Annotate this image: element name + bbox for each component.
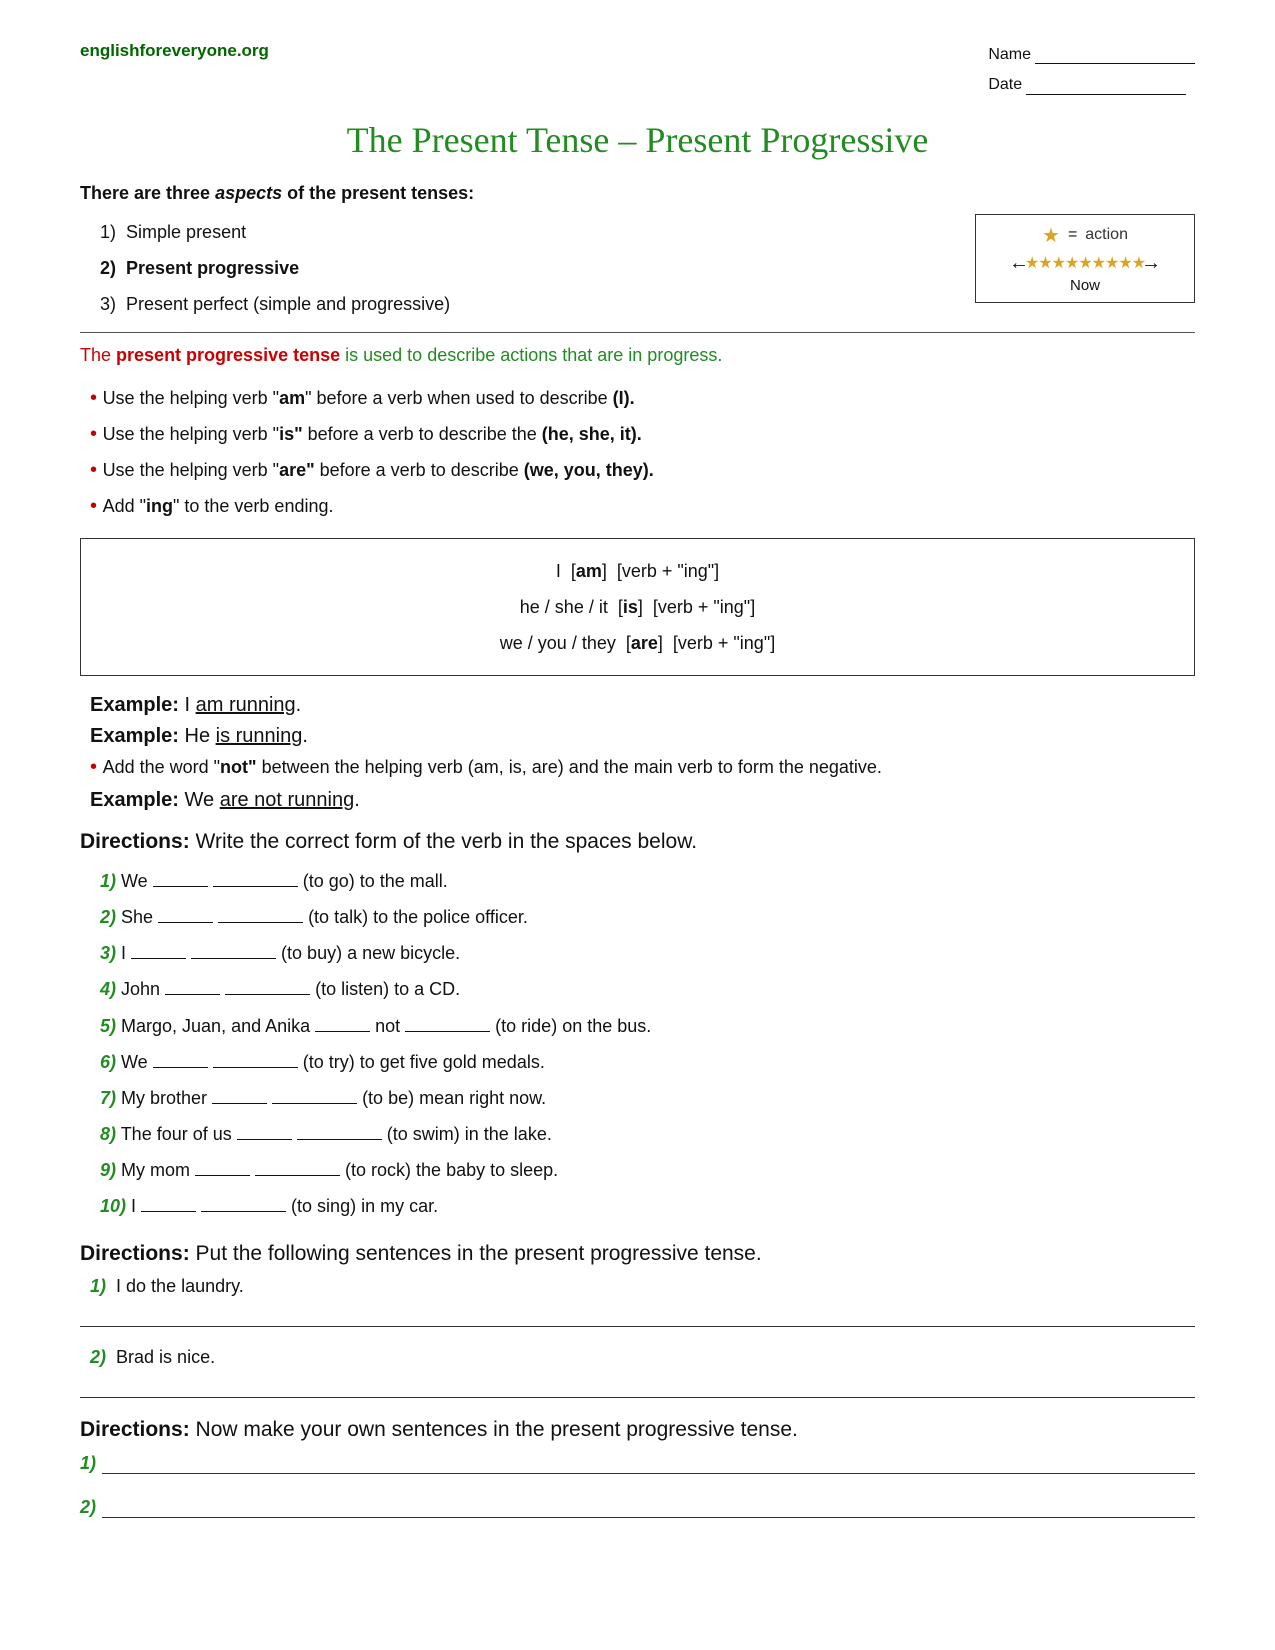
own-line-2[interactable] — [102, 1496, 1195, 1518]
bullet-are: Use the helping verb "are" before a verb… — [90, 452, 1195, 488]
directions1-label: Directions: — [80, 830, 190, 853]
diagram-box: ★ = action ← ★★★★★★★★★ → Now — [975, 214, 1195, 303]
def-phrase: present progressive tense — [116, 345, 340, 365]
helping-verb-list: Use the helping verb "am" before a verb … — [80, 380, 1195, 524]
page-header: englishforeveryone.org Name Date — [80, 40, 1195, 101]
date-line: Date — [988, 70, 1195, 100]
example-1: Example: I am running. — [90, 694, 1195, 717]
site-text: englishforeveryone.org — [80, 41, 269, 60]
timeline-row: ← ★★★★★★★★★ → — [990, 252, 1180, 275]
definition-text: The present progressive tense is used to… — [80, 345, 1195, 366]
own-num-2: 2) — [80, 1497, 96, 1518]
directions1-heading: Directions: Write the correct form of th… — [80, 830, 1195, 854]
own-num-1: 1) — [80, 1453, 96, 1474]
formula-line2: he / she / it [is] [verb + "ing"] — [111, 589, 1164, 625]
bullet-is: Use the helping verb "is" before a verb … — [90, 416, 1195, 452]
own-line-1[interactable] — [102, 1452, 1195, 1474]
site-name: englishforeveryone.org — [80, 40, 269, 61]
directions3-heading: Directions: Now make your own sentences … — [80, 1418, 1195, 1442]
intro-text: There are three aspects of the present t… — [80, 183, 1195, 204]
tense-list: 1) Simple present 2) Present progressive… — [80, 214, 450, 322]
stars-line: ★★★★★★★★★ — [1025, 253, 1145, 273]
content-row: 1) Simple present 2) Present progressive… — [80, 214, 1195, 322]
diagram-legend: ★ = action — [990, 223, 1180, 248]
list-item-2: 2) Present progressive — [100, 250, 450, 286]
list-item-1: 1) Simple present — [100, 214, 450, 250]
ex2-1-writeline[interactable] — [80, 1305, 1195, 1327]
example-2: Example: He is running. — [90, 725, 1195, 748]
list-item-3: 3) Present perfect (simple and progressi… — [100, 286, 450, 322]
own-sentence-2: 2) — [80, 1496, 1195, 1518]
own-sentence-1: 1) — [80, 1452, 1195, 1474]
directions2-heading: Directions: Put the following sentences … — [80, 1242, 1195, 1266]
intro-bold: There are three aspects of the present t… — [80, 183, 474, 203]
formula-box: I [am] [verb + "ing"] he / she / it [is]… — [80, 538, 1195, 676]
bullet-ing: Add "ing" to the verb ending. — [90, 488, 1195, 524]
action-text: action — [1085, 226, 1128, 244]
name-label: Name — [988, 40, 1031, 70]
ex1-5: 5) Margo, Juan, and Anika not (to ride) … — [100, 1009, 1195, 1043]
ex1-8: 8) The four of us (to swim) in the lake. — [100, 1117, 1195, 1151]
ex1-7: 7) My brother (to be) mean right now. — [100, 1081, 1195, 1115]
formula-line1: I [am] [verb + "ing"] — [111, 553, 1164, 589]
formula-line3: we / you / they [are] [verb + "ing"] — [111, 625, 1164, 661]
ex1-1: 1) We (to go) to the mall. — [100, 864, 1195, 898]
ex1-6: 6) We (to try) to get five gold medals. — [100, 1045, 1195, 1079]
date-label: Date — [988, 70, 1022, 100]
ex1-10: 10) I (to sing) in my car. — [100, 1189, 1195, 1223]
directions2-text: Put the following sentences in the prese… — [196, 1242, 762, 1265]
name-field[interactable] — [1035, 46, 1195, 64]
directions3-label: Directions: — [80, 1418, 190, 1441]
date-field[interactable] — [1026, 77, 1186, 95]
example-3-neg: Example: We are not running. — [90, 789, 1195, 812]
now-label: Now — [990, 277, 1180, 294]
equals-sign: = — [1068, 226, 1077, 244]
ex2-2-writeline[interactable] — [80, 1376, 1195, 1398]
name-date-block: Name Date — [988, 40, 1195, 101]
def-text1: The — [80, 345, 116, 365]
directions3-text: Now make your own sentences in the prese… — [196, 1418, 798, 1441]
star-icon: ★ — [1042, 223, 1060, 248]
exercise-list-1: 1) We (to go) to the mall. 2) She (to ta… — [80, 864, 1195, 1224]
ex1-9: 9) My mom (to rock) the baby to sleep. — [100, 1153, 1195, 1187]
section-divider — [80, 332, 1195, 333]
ex2-2-sentence: 2) Brad is nice. — [80, 1347, 1195, 1368]
name-line: Name — [988, 40, 1195, 70]
directions1-text: Write the correct form of the verb in th… — [196, 830, 698, 853]
ex1-2: 2) She (to talk) to the police officer. — [100, 900, 1195, 934]
page-title: The Present Tense – Present Progressive — [80, 119, 1195, 161]
negative-rule: Add the word "not" between the helping v… — [90, 756, 1195, 779]
ex1-4: 4) John (to listen) to a CD. — [100, 972, 1195, 1006]
ex2-1-sentence: 1) I do the laundry. — [80, 1276, 1195, 1297]
ex1-3: 3) I (to buy) a new bicycle. — [100, 936, 1195, 970]
arrow-right-icon: → — [1141, 252, 1161, 275]
directions2-label: Directions: — [80, 1242, 190, 1265]
bullet-am: Use the helping verb "am" before a verb … — [90, 380, 1195, 416]
